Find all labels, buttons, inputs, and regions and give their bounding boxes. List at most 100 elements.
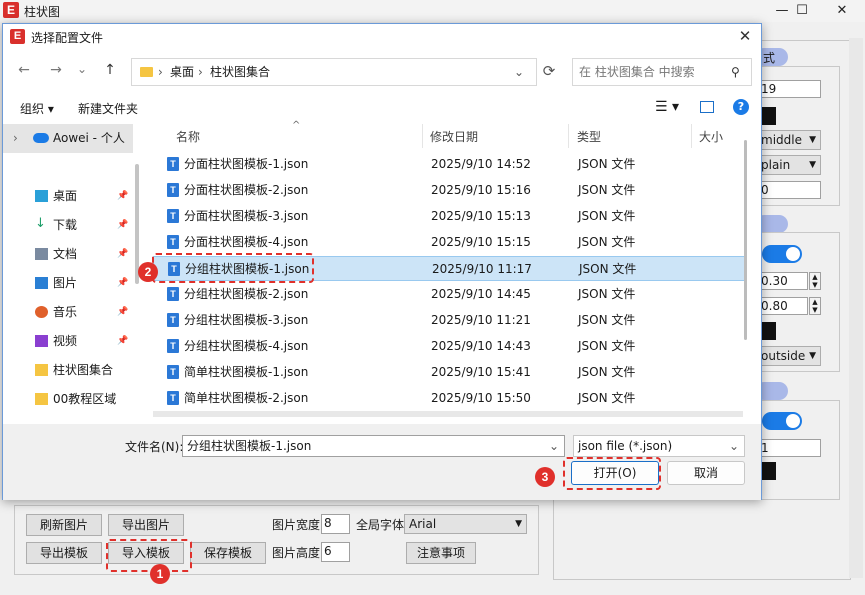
sidebar-item-music[interactable]: 音乐 📌: [3, 298, 133, 327]
file-row[interactable]: T 分组柱状图模板-4.json 2025/9/10 14:43 JSON 文件: [153, 334, 747, 359]
column-header-type[interactable]: 类型: [577, 128, 601, 146]
chevron-down-icon: ⌄: [729, 439, 740, 453]
valign-select[interactable]: middle ▼: [756, 130, 821, 150]
breadcrumb-folder[interactable]: 柱状图集合: [210, 59, 270, 85]
sidebar-item-chart-folder[interactable]: 柱状图集合: [3, 356, 133, 385]
json-file-icon: T: [167, 183, 179, 197]
style-select[interactable]: plain ▼: [756, 155, 821, 175]
sidebar-item-label: 文档: [53, 247, 78, 261]
chevron-down-icon[interactable]: ⌄: [514, 59, 524, 85]
file-name: 分面柱状图模板-3.json: [184, 209, 309, 223]
sidebar-item-videos[interactable]: 视频 📌: [3, 327, 133, 356]
search-placeholder: 在 柱状图集合 中搜索: [579, 65, 695, 79]
dialog-title: 选择配置文件: [31, 31, 104, 45]
file-type: JSON 文件: [578, 235, 636, 249]
address-bar[interactable]: › 桌面 › 柱状图集合 ⌄: [131, 58, 537, 86]
value-field-0[interactable]: 0: [758, 181, 821, 199]
font-select[interactable]: Arial ▼: [404, 514, 527, 534]
refresh-image-button[interactable]: 刷新图片: [26, 514, 102, 536]
filename-input[interactable]: 分组柱状图模板-1.json ⌄: [182, 435, 565, 457]
file-type: JSON 文件: [578, 209, 636, 223]
annotation-box-2: [152, 253, 314, 283]
file-name: 简单柱状图模板-2.json: [184, 391, 309, 405]
file-row[interactable]: T 简单柱状图模板-1.json 2025/9/10 15:41 JSON 文件: [153, 360, 747, 385]
column-header-name[interactable]: 名称: [176, 128, 200, 146]
vertical-scrollbar[interactable]: [744, 140, 747, 340]
color-swatch-3[interactable]: [762, 462, 776, 480]
file-type: JSON 文件: [578, 157, 636, 171]
refresh-icon[interactable]: ⟳: [537, 58, 561, 86]
toggle-switch-1[interactable]: [762, 245, 802, 263]
file-date: 2025/9/10 15:13: [431, 209, 531, 223]
app-logo-icon: E: [3, 2, 19, 18]
width-input[interactable]: 8: [321, 514, 350, 534]
preview-pane-icon[interactable]: [700, 101, 714, 113]
search-input[interactable]: 在 柱状图集合 中搜索 ⚲: [572, 58, 752, 86]
sidebar-item-desktop[interactable]: 桌面 📌: [3, 182, 133, 211]
sidebar-item-pictures[interactable]: 图片 📌: [3, 269, 133, 298]
file-type-filter[interactable]: json file (*.json) ⌄: [573, 435, 745, 457]
up-arrow-icon[interactable]: ↑: [101, 62, 119, 78]
file-row[interactable]: T 分面柱状图模板-4.json 2025/9/10 15:15 JSON 文件: [153, 230, 747, 255]
color-swatch-1[interactable]: [762, 107, 776, 125]
file-row[interactable]: T 分面柱状图模板-3.json 2025/9/10 15:13 JSON 文件: [153, 204, 747, 229]
height-input[interactable]: 6: [321, 542, 350, 562]
spin-field-2[interactable]: 0.80: [758, 297, 808, 315]
value-field-1[interactable]: 1: [758, 439, 821, 457]
spin-arrows-icon[interactable]: ▲ ▼: [809, 297, 821, 315]
file-type: JSON 文件: [578, 365, 636, 379]
organize-menu[interactable]: 组织 ▾: [20, 100, 54, 117]
toggle-switch-2[interactable]: [762, 412, 802, 430]
chevron-down-icon: ▼: [809, 160, 816, 170]
help-icon[interactable]: ?: [733, 99, 749, 115]
chevron-right-icon: ›: [13, 131, 18, 145]
horizontal-scrollbar[interactable]: [153, 411, 743, 417]
app-close-button[interactable]: ✕: [822, 0, 862, 22]
sidebar-item-personal[interactable]: › Aowei - 个人: [3, 124, 133, 153]
file-open-dialog: E 选择配置文件 ✕ ← → ⌄ ↑ › 桌面 › 柱状图集合 ⌄ ⟳ 在 柱状…: [2, 23, 762, 500]
sidebar-item-label: 00教程区域: [53, 392, 117, 406]
column-header-date[interactable]: 修改日期: [430, 128, 478, 146]
file-type: JSON 文件: [578, 183, 636, 197]
back-arrow-icon[interactable]: ←: [15, 62, 33, 78]
breadcrumb-desktop[interactable]: 桌面: [170, 59, 194, 85]
file-row[interactable]: T 分面柱状图模板-1.json 2025/9/10 14:52 JSON 文件: [153, 152, 747, 177]
save-template-button[interactable]: 保存模板: [190, 542, 266, 564]
file-row[interactable]: T 分面柱状图模板-2.json 2025/9/10 15:16 JSON 文件: [153, 178, 747, 203]
view-options-icon[interactable]: ☰ ▾: [655, 99, 679, 115]
notes-button[interactable]: 注意事项: [406, 542, 476, 564]
column-header-size[interactable]: 大小: [699, 128, 723, 146]
forward-arrow-icon[interactable]: →: [47, 62, 65, 78]
maximize-button[interactable]: ☐: [782, 0, 822, 22]
file-name: 分面柱状图模板-4.json: [184, 235, 309, 249]
export-image-button[interactable]: 导出图片: [108, 514, 184, 536]
sidebar-item-documents[interactable]: 文档 📌: [3, 240, 133, 269]
recent-locations-icon[interactable]: ⌄: [73, 62, 91, 76]
filename-label: 文件名(N):: [125, 440, 184, 454]
file-date: 2025/9/10 15:15: [431, 235, 531, 249]
chevron-down-icon: ▼: [809, 135, 816, 145]
file-name: 分组柱状图模板-2.json: [184, 287, 309, 301]
file-row[interactable]: T 分组柱状图模板-3.json 2025/9/10 11:21 JSON 文件: [153, 308, 747, 333]
value-field-19[interactable]: 19: [758, 80, 821, 98]
height-label: 图片高度: [272, 546, 321, 560]
close-icon[interactable]: ✕: [735, 27, 755, 45]
color-swatch-2[interactable]: [762, 322, 776, 340]
new-folder-button[interactable]: 新建文件夹: [78, 100, 138, 117]
sidebar-item-downloads[interactable]: ↓ 下载 📌: [3, 211, 133, 240]
panel-scrollbar[interactable]: [849, 38, 863, 578]
file-row[interactable]: T 简单柱状图模板-2.json 2025/9/10 15:50 JSON 文件: [153, 386, 747, 411]
folder-icon: [35, 393, 48, 405]
export-template-button[interactable]: 导出模板: [26, 542, 102, 564]
chevron-down-icon[interactable]: ⌄: [549, 436, 559, 456]
sidebar-item-label: 图片: [53, 276, 78, 290]
file-type: JSON 文件: [578, 287, 636, 301]
file-row[interactable]: T 分组柱状图模板-2.json 2025/9/10 14:45 JSON 文件: [153, 282, 747, 307]
cancel-button[interactable]: 取消: [667, 461, 745, 485]
spin-arrows-icon[interactable]: ▲ ▼: [809, 272, 821, 290]
sidebar-item-tutorial-folder[interactable]: 00教程区域: [3, 385, 133, 414]
dialog-toolbar: 组织 ▾ 新建文件夹 ☰ ▾ ?: [3, 96, 761, 122]
legend-pos-select[interactable]: outside ▼: [756, 346, 821, 366]
spin-field-1[interactable]: 0.30: [758, 272, 808, 290]
file-date: 2025/9/10 14:45: [431, 287, 531, 301]
